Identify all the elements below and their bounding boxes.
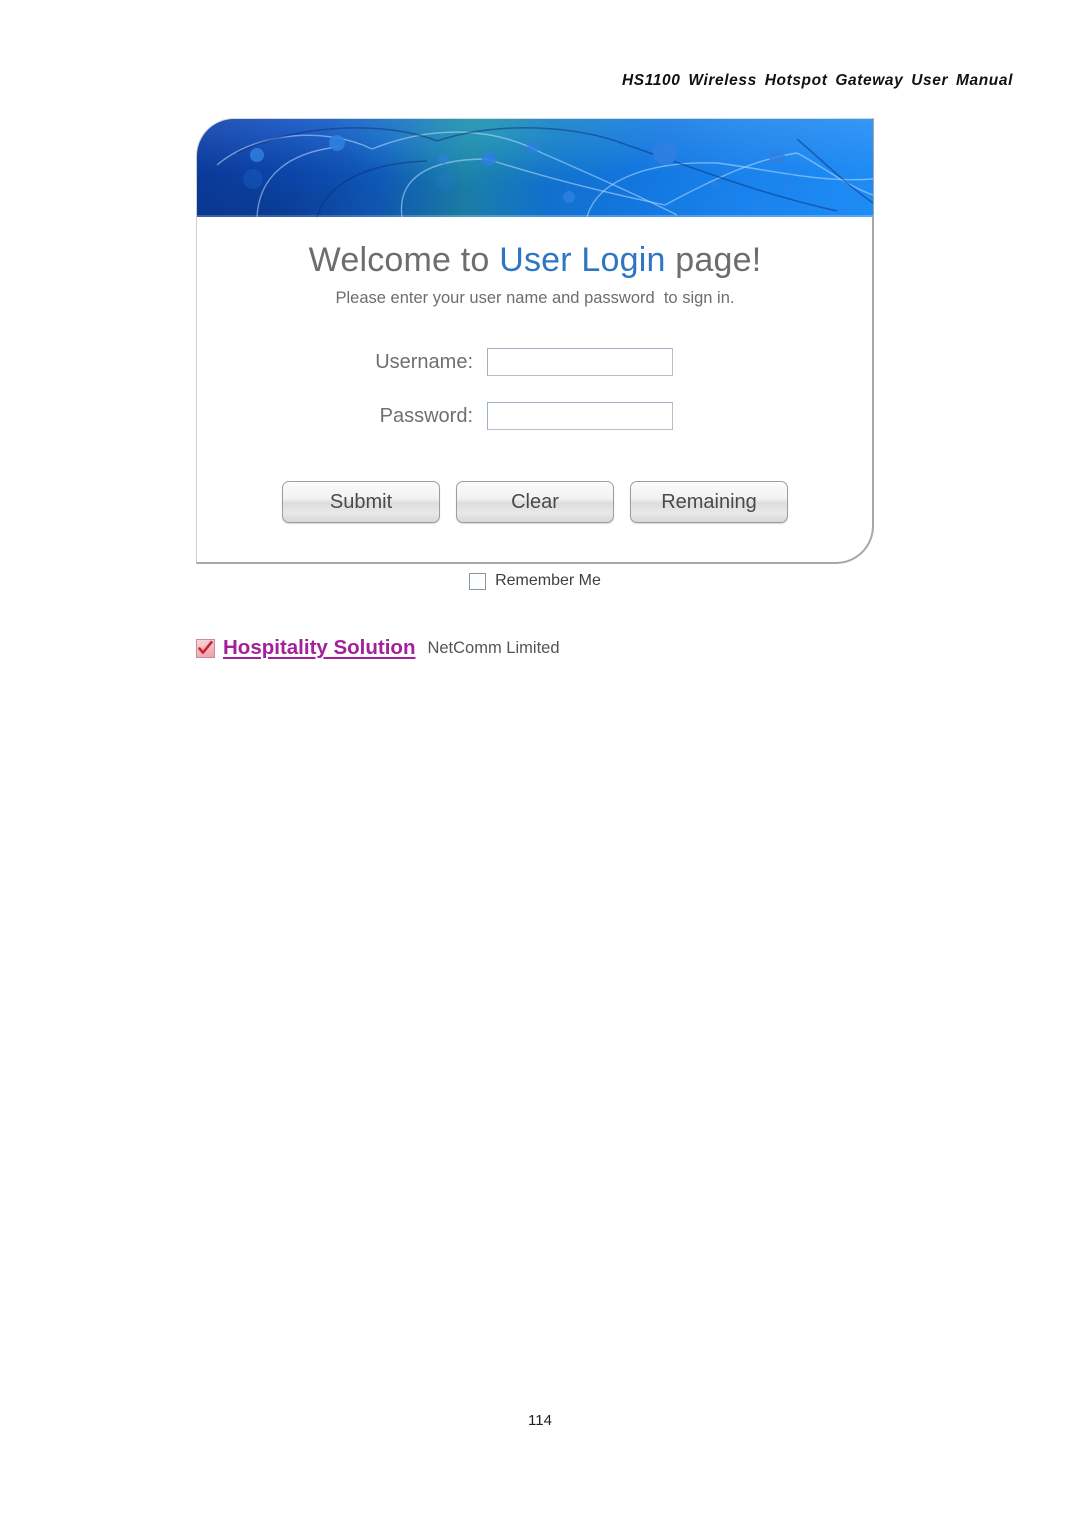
remember-me-row[interactable]: Remember Me [196, 572, 874, 590]
welcome-suffix: page! [665, 241, 762, 279]
clear-button[interactable]: Clear [456, 481, 614, 523]
user-login-panel: Welcome to User Login page! Please enter… [196, 118, 874, 564]
password-label: Password: [379, 404, 473, 427]
password-row: Password: [197, 399, 873, 433]
username-row: Username: [197, 345, 873, 379]
username-label: Username: [375, 350, 473, 373]
brand-title: Hospitality Solution [223, 636, 416, 659]
welcome-prefix: Welcome to [308, 241, 500, 279]
username-input[interactable] [487, 348, 673, 376]
network-nodes-graphic [216, 127, 873, 217]
welcome-highlight: User Login [499, 241, 666, 279]
document-header-title: HS1100 Wireless Hotspot Gateway User Man… [622, 72, 1013, 89]
manual-page: HS1100 Wireless Hotspot Gateway User Man… [0, 0, 1080, 1527]
company-name: NetComm Limited [427, 638, 560, 657]
remaining-button[interactable]: Remaining [630, 481, 788, 523]
password-input[interactable] [487, 402, 673, 430]
page-number: 114 [528, 1412, 552, 1429]
login-banner [197, 119, 873, 217]
submit-button[interactable]: Submit [282, 481, 440, 523]
footer-brand: Hospitality Solution NetComm Limited [196, 636, 560, 660]
red-check-mark-icon [196, 638, 215, 658]
remember-me-label: Remember Me [495, 572, 601, 589]
welcome-heading: Welcome to User Login page! [197, 241, 873, 280]
login-subtitle: Please enter your user name and password… [335, 289, 735, 307]
login-button-row: Submit Clear Remaining [197, 481, 873, 523]
remember-me-checkbox[interactable] [469, 572, 487, 590]
